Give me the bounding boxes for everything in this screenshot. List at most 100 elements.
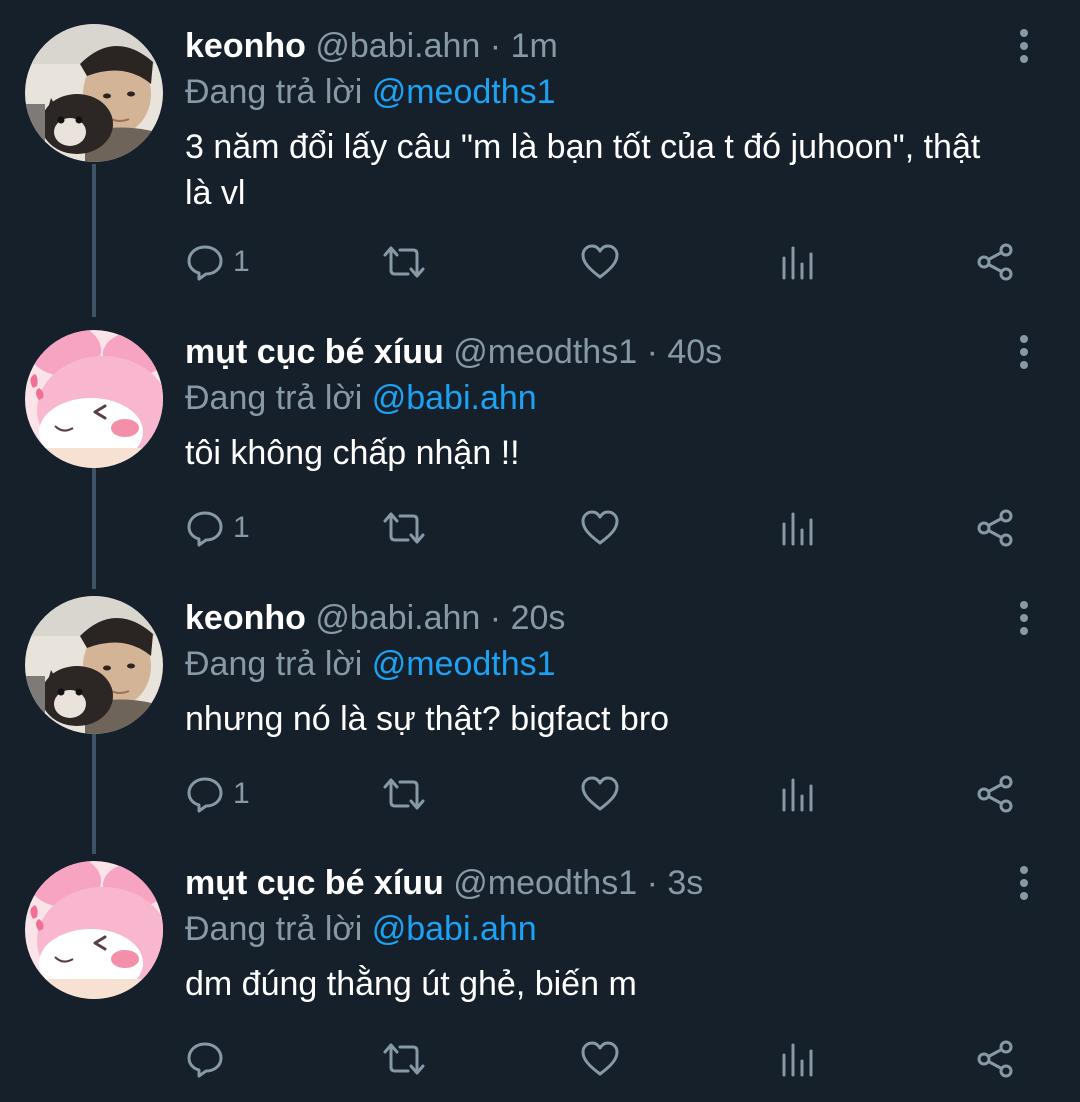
tweet-header: mụt cục bé xíuu @meodths1 · 40s (185, 328, 722, 376)
tweet-text-line: tôi không chấp nhận !! (185, 434, 520, 472)
tweet-header: keonho @babi.ahn · 1m (185, 22, 558, 70)
mention-link[interactable]: @babi.ahn (372, 379, 537, 417)
share-button[interactable] (975, 506, 1015, 550)
replying-label: Đang trả lời (185, 910, 363, 948)
heart-icon (581, 1041, 619, 1076)
reply-button[interactable]: 1 (185, 772, 250, 816)
action-bar: 1 (185, 772, 1045, 816)
analytics-button[interactable] (779, 240, 815, 284)
replying-label: Đang trả lời (185, 73, 363, 111)
user-handle[interactable]: @babi.ahn (315, 599, 480, 637)
timestamp: · 40s (646, 333, 723, 371)
mention-link[interactable]: @meodths1 (372, 73, 556, 111)
heart-icon (581, 776, 619, 811)
analytics-icon (782, 778, 813, 812)
heart-icon (581, 510, 619, 545)
replying-label: Đang trả lời (185, 645, 363, 683)
action-bar: 1 (185, 506, 1045, 550)
share-icon (977, 775, 1013, 813)
display-name[interactable]: mụt cục bé xíuu (185, 864, 444, 902)
retweet-icon (383, 1043, 425, 1075)
tweet[interactable]: mụt cục bé xíuu @meodths1 · 40s Đang trả… (0, 306, 1080, 571)
reply-icon (187, 245, 223, 281)
more-vertical-icon[interactable] (1011, 865, 1037, 901)
analytics-button[interactable] (779, 772, 815, 816)
like-button[interactable] (580, 1037, 620, 1081)
heart-icon (581, 244, 619, 279)
tweet-text: nhưng nó là sự thật? bigfact bro (185, 696, 1055, 742)
mention-link[interactable]: @babi.ahn (372, 910, 537, 948)
avatar-keonho[interactable] (25, 596, 163, 734)
analytics-icon (782, 1043, 813, 1077)
user-handle[interactable]: @babi.ahn (315, 27, 480, 65)
avatar-meodths1[interactable] (25, 330, 163, 468)
retweet-button[interactable] (381, 1037, 427, 1081)
reply-button[interactable] (185, 1037, 233, 1081)
timestamp: · 3s (646, 864, 704, 902)
pink-bunny-avatar-icon (25, 330, 163, 468)
tweet[interactable]: mụt cục bé xíuu @meodths1 · 3s Đang trả … (0, 837, 1080, 1102)
retweet-button[interactable] (381, 506, 427, 550)
reply-count: 1 (233, 511, 250, 544)
more-vertical-icon[interactable] (1011, 334, 1037, 370)
tweet-text-line: là vl (185, 174, 246, 212)
tweet-header: mụt cục bé xíuu @meodths1 · 3s (185, 859, 703, 907)
action-bar (185, 1037, 1045, 1081)
tweet-text-line: nhưng nó là sự thật? bigfact bro (185, 700, 670, 738)
boy-with-dog-avatar-icon (25, 596, 163, 734)
retweet-icon (383, 778, 425, 810)
reply-count: 1 (233, 777, 250, 810)
analytics-button[interactable] (779, 1037, 815, 1081)
tweet-text: tôi không chấp nhận !! (185, 430, 1055, 476)
tweet[interactable]: keonho @babi.ahn · 20s Đang trả lời @meo… (0, 572, 1080, 837)
display-name[interactable]: mụt cục bé xíuu (185, 333, 444, 371)
display-name[interactable]: keonho (185, 27, 306, 65)
analytics-icon (782, 512, 813, 546)
like-button[interactable] (580, 506, 620, 550)
analytics-button[interactable] (779, 506, 815, 550)
replying-to: Đang trả lời @meodths1 (185, 68, 556, 116)
reply-count: 1 (233, 245, 250, 278)
timestamp: · 20s (489, 599, 566, 637)
reply-button[interactable]: 1 (185, 240, 250, 284)
retweet-icon (383, 512, 425, 544)
mention-link[interactable]: @meodths1 (372, 645, 556, 683)
retweet-button[interactable] (381, 240, 427, 284)
more-vertical-icon[interactable] (1011, 28, 1037, 64)
tweet-text-line: dm đúng thằng út ghẻ, biến m (185, 965, 637, 1003)
more-vertical-icon[interactable] (1011, 600, 1037, 636)
tweet[interactable]: keonho @babi.ahn · 1m Đang trả lời @meod… (0, 0, 1080, 281)
avatar-keonho[interactable] (25, 24, 163, 162)
display-name[interactable]: keonho (185, 599, 306, 637)
action-bar: 1 (185, 240, 1045, 284)
timestamp: · 1m (489, 27, 558, 65)
pink-bunny-avatar-icon (25, 861, 163, 999)
reply-icon (187, 777, 223, 813)
share-button[interactable] (975, 240, 1015, 284)
replying-to: Đang trả lời @meodths1 (185, 640, 556, 688)
like-button[interactable] (580, 772, 620, 816)
share-icon (977, 243, 1013, 281)
share-icon (977, 509, 1013, 547)
retweet-icon (383, 246, 425, 278)
reply-icon (187, 511, 223, 547)
replying-to: Đang trả lời @babi.ahn (185, 905, 537, 953)
share-button[interactable] (975, 772, 1015, 816)
tweet-text: dm đúng thằng út ghẻ, biến m (185, 961, 1055, 1007)
tweet-text: 3 năm đổi lấy câu "m là bạn tốt của t đó… (185, 124, 1055, 216)
reply-icon (187, 1042, 223, 1078)
replying-label: Đang trả lời (185, 379, 363, 417)
retweet-button[interactable] (381, 772, 427, 816)
reply-button[interactable]: 1 (185, 506, 250, 550)
boy-with-dog-avatar-icon (25, 24, 163, 162)
tweet-text-line: 3 năm đổi lấy câu "m là bạn tốt của t đó… (185, 128, 981, 166)
replying-to: Đang trả lời @babi.ahn (185, 374, 537, 422)
share-button[interactable] (975, 1037, 1015, 1081)
user-handle[interactable]: @meodths1 (453, 333, 637, 371)
avatar-meodths1[interactable] (25, 861, 163, 999)
tweet-header: keonho @babi.ahn · 20s (185, 594, 565, 642)
analytics-icon (782, 246, 813, 280)
like-button[interactable] (580, 240, 620, 284)
user-handle[interactable]: @meodths1 (453, 864, 637, 902)
share-icon (977, 1040, 1013, 1078)
